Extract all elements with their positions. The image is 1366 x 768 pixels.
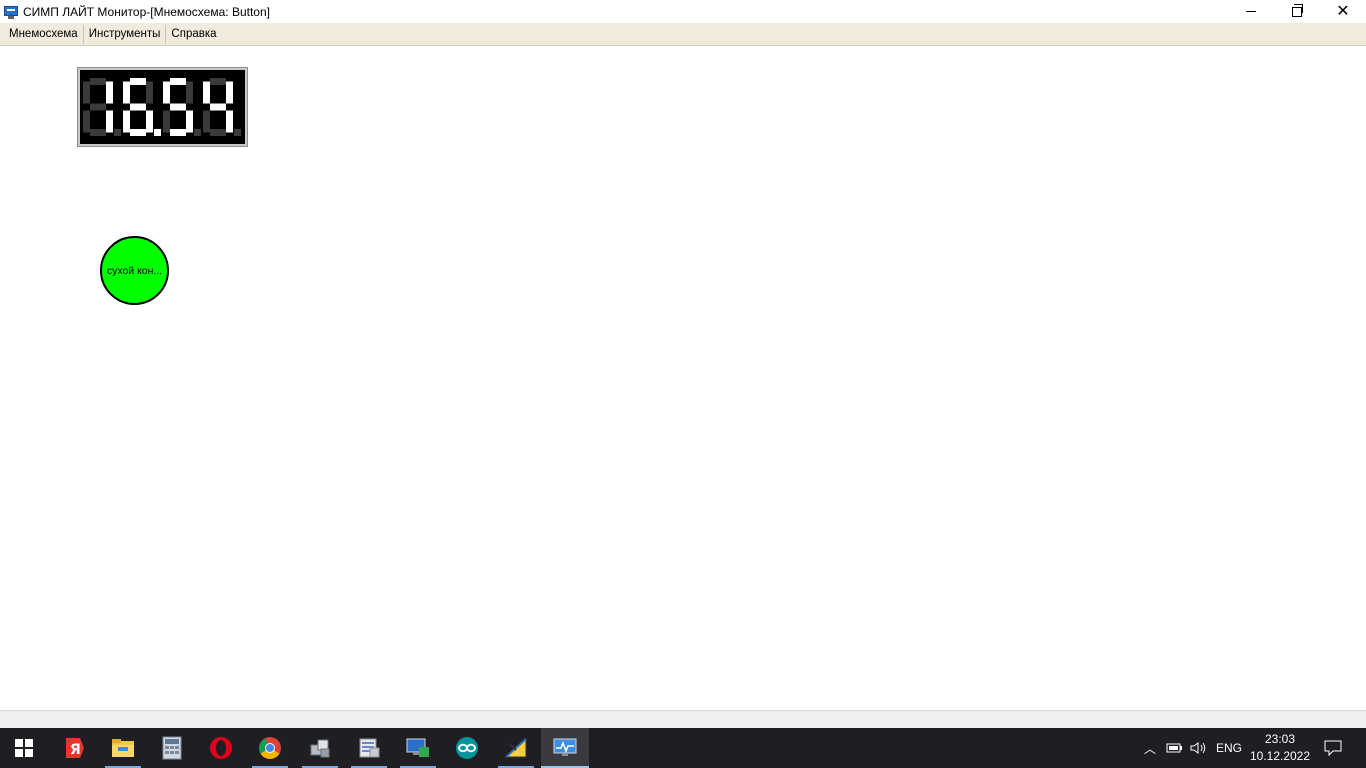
taskbar-opera[interactable] xyxy=(197,728,245,768)
mnemoscheme-canvas: сухой кон... xyxy=(0,47,1366,710)
menu-item-tools[interactable]: Инструменты xyxy=(84,24,167,44)
app-window: СИМП ЛАЙТ Монитор-[Мнемосхема: Button] ✕… xyxy=(0,0,1366,728)
digit-3-segment-c xyxy=(226,110,233,133)
menu-bar: Мнемосхема Инструменты Справка xyxy=(0,23,1366,46)
taskbar-drafting[interactable] xyxy=(492,728,540,768)
status-bar xyxy=(0,710,1366,728)
seven-segment-display[interactable] xyxy=(77,67,248,147)
minimize-button[interactable] xyxy=(1228,0,1274,23)
start-button[interactable] xyxy=(0,728,48,768)
minimize-icon xyxy=(1246,11,1256,12)
start-icon xyxy=(15,739,33,757)
digit-3-segment-g xyxy=(210,103,226,111)
simp-monitor-icon xyxy=(553,738,577,756)
dry-contact-indicator[interactable]: сухой кон... xyxy=(100,236,169,305)
digit-3-segment-f xyxy=(203,81,210,104)
digit-2-segment-a xyxy=(170,78,186,85)
restore-button[interactable] xyxy=(1274,0,1320,23)
drafting-icon xyxy=(504,737,527,758)
volume-button[interactable] xyxy=(1188,728,1210,768)
digit-2-segment-f xyxy=(163,81,170,104)
yandex-browser-icon: Я xyxy=(66,738,84,758)
taskbar-arduino[interactable] xyxy=(443,728,491,768)
taskbar-yandex-browser[interactable]: Я xyxy=(50,728,98,768)
taskbar-database[interactable] xyxy=(345,728,393,768)
digit-2-segment-b xyxy=(186,81,193,104)
clock-date: 10.12.2022 xyxy=(1249,749,1311,763)
digit-1-segment-a xyxy=(130,78,146,85)
notification-icon xyxy=(1324,740,1342,756)
digit-2-segment-e xyxy=(163,110,170,133)
close-icon: ✕ xyxy=(1336,2,1350,20)
digit-1-segment-b xyxy=(146,81,153,104)
taskbar-simp-monitor[interactable] xyxy=(541,728,589,768)
opera-icon xyxy=(210,737,232,759)
digit-0-segment-f xyxy=(83,81,90,104)
calculator-icon xyxy=(162,736,182,760)
digit-1-segment-c xyxy=(146,110,153,133)
digit-1-decimal-point xyxy=(154,129,161,136)
app-modules-icon xyxy=(310,739,330,758)
digit-1-segment-e xyxy=(123,110,130,133)
battery-icon xyxy=(1166,743,1182,753)
window-title: СИМП ЛАЙТ Монитор-[Мнемосхема: Button] xyxy=(23,4,270,19)
svg-text:Я: Я xyxy=(70,742,81,758)
digit-0-segment-a xyxy=(90,78,106,85)
digit-3-segment-a xyxy=(210,78,226,85)
app-icon xyxy=(3,4,19,20)
digit-3-decimal-point xyxy=(234,129,241,136)
taskbar-file-explorer[interactable] xyxy=(99,728,147,768)
close-button[interactable]: ✕ xyxy=(1320,0,1366,23)
digit-2-segment-c xyxy=(186,110,193,133)
menu-item-mnemoscheme[interactable]: Мнемосхема xyxy=(0,24,84,44)
chevron-up-icon: ︿ xyxy=(1143,741,1156,756)
digit-0-segment-e xyxy=(83,110,90,133)
title-bar[interactable]: СИМП ЛАЙТ Монитор-[Мнемосхема: Button] ✕ xyxy=(0,0,1366,23)
taskbar-app-modules[interactable] xyxy=(296,728,344,768)
taskbar-chrome[interactable] xyxy=(246,728,294,768)
digit-1-segment-f xyxy=(123,81,130,104)
seven-segment-digits xyxy=(83,78,241,136)
digit-2-segment-g xyxy=(170,103,186,111)
battery-button[interactable] xyxy=(1164,728,1186,768)
digit-3-segment-d xyxy=(210,129,226,136)
taskbar: Я ︿ ENG 23:03 10.12.2022 xyxy=(0,728,1366,768)
restore-icon xyxy=(1292,3,1303,17)
taskbar-calculator[interactable] xyxy=(148,728,196,768)
show-hidden-icons-button[interactable]: ︿ xyxy=(1140,728,1160,768)
file-explorer-icon xyxy=(112,739,134,757)
digit-2-segment-d xyxy=(170,129,186,136)
chrome-icon xyxy=(259,737,281,759)
language-indicator[interactable]: ENG xyxy=(1212,728,1246,768)
language-label: ENG xyxy=(1215,741,1242,755)
taskbar-monitor-app[interactable] xyxy=(394,728,442,768)
arduino-icon xyxy=(456,737,478,759)
digit-3-segment-b xyxy=(226,81,233,104)
digit-0-decimal-point xyxy=(114,129,121,136)
database-icon xyxy=(359,738,380,758)
clock[interactable]: 23:03 10.12.2022 xyxy=(1244,731,1316,765)
digit-0-segment-g xyxy=(90,103,106,111)
digit-0-segment-d xyxy=(90,129,106,136)
speaker-icon xyxy=(1190,742,1206,754)
digit-0-segment-b xyxy=(106,81,113,104)
digit-1-segment-d xyxy=(130,129,146,136)
indicator-label: сухой кон... xyxy=(106,264,163,277)
monitor-app-icon xyxy=(406,738,429,757)
notifications-button[interactable] xyxy=(1320,728,1346,768)
clock-time: 23:03 xyxy=(1264,732,1296,746)
digit-1-segment-g xyxy=(130,103,146,111)
digit-0-segment-c xyxy=(106,110,113,133)
digit-2-decimal-point xyxy=(194,129,201,136)
menu-item-help[interactable]: Справка xyxy=(166,25,221,44)
digit-3-segment-e xyxy=(203,110,210,133)
